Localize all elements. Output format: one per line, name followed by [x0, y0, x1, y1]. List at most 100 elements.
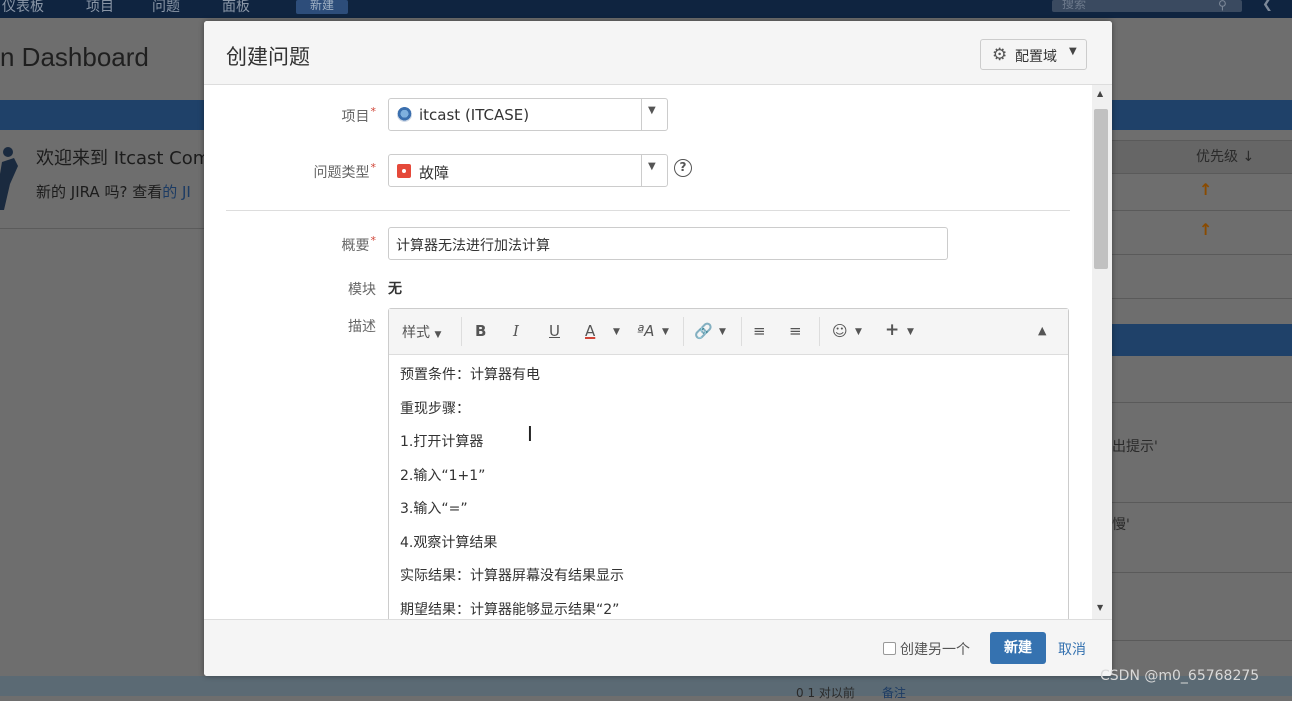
nav-boards[interactable]: 面板 — [222, 0, 250, 16]
issue-type-value: 故障 — [419, 164, 450, 182]
activity-snippet: 出提示' — [1112, 439, 1158, 455]
dropdown-arrow-icon[interactable]: ▼ — [648, 105, 656, 116]
scroll-down-icon[interactable]: ▼ — [1097, 603, 1103, 612]
activity-comment-link[interactable]: 备注 — [882, 684, 906, 701]
create-button[interactable]: 新建 — [990, 632, 1046, 664]
page-title: n Dashboard — [0, 42, 149, 72]
nav-dashboards[interactable]: 仪表板 — [2, 0, 44, 16]
component-label: 模块 — [348, 282, 376, 298]
scroll-up-icon[interactable]: ▲ — [1097, 89, 1103, 98]
bottom-strip — [0, 676, 1292, 696]
select-separator — [641, 99, 642, 130]
issue-type-select[interactable]: 故障 ▼ — [388, 154, 668, 187]
issue-type-label-text: 问题类型 — [313, 165, 370, 181]
help-icon[interactable]: ? — [674, 159, 692, 177]
chevron-down-icon[interactable]: ▼ — [907, 327, 914, 337]
text-size-button[interactable]: ªA — [637, 322, 654, 340]
bug-icon — [397, 164, 411, 178]
underline-button[interactable]: U — [549, 322, 560, 340]
bullet-list-icon[interactable]: ≡ — [753, 322, 766, 340]
create-another-label[interactable]: 创建另一个 — [900, 639, 970, 659]
description-line: 期望结果：计算器能够显示结果“2” — [400, 601, 620, 618]
style-dropdown[interactable]: 样式 ▼ — [402, 322, 441, 342]
toolbar-separator — [741, 317, 742, 346]
watermark: CSDN @m0_65768275 — [1100, 668, 1260, 684]
description-content[interactable]: 预置条件：计算器有电 重现步骤： 1.打开计算器 2.输入“1+1” 3.输入“… — [400, 359, 624, 619]
chevron-down-icon[interactable]: ▼ — [719, 327, 726, 337]
chevron-down-icon[interactable]: ▼ — [855, 327, 862, 337]
divider — [0, 228, 204, 229]
activity-time: 0 1 对以前 — [796, 686, 855, 700]
create-another-checkbox[interactable] — [883, 642, 896, 655]
required-marker: * — [370, 161, 377, 174]
description-line: 预置条件：计算器有电 — [400, 367, 540, 383]
search-icon: ⚲ — [1218, 0, 1227, 12]
project-label: 项目* — [341, 105, 377, 126]
table-row-divider — [1112, 402, 1292, 403]
welcome-subtitle-text: 新的 JIRA 吗? 查看 — [36, 183, 163, 201]
scroll-thumb[interactable] — [1094, 109, 1108, 269]
required-marker: * — [370, 234, 377, 247]
dialog-header: 创建问题 ⚙ 配置域 ▼ — [204, 21, 1112, 85]
italic-button[interactable]: I — [513, 322, 519, 340]
top-navigation: 仪表板 项目 问题 面板 新建 搜索 ⚲ ❮ — [0, 0, 1292, 18]
project-label-text: 项目 — [341, 109, 370, 125]
configure-fields-button[interactable]: ⚙ 配置域 ▼ — [980, 39, 1087, 70]
description-label: 描述 — [348, 319, 376, 335]
chevron-down-icon: ▼ — [1069, 46, 1077, 57]
cancel-link[interactable]: 取消 — [1058, 639, 1086, 659]
nav-search-input[interactable]: 搜索 — [1052, 0, 1242, 12]
welcome-guide-link[interactable]: 的 JI — [162, 183, 191, 201]
table-row-divider — [1112, 254, 1292, 255]
project-select[interactable]: itcast (ITCASE) ▼ — [388, 98, 668, 131]
configure-fields-label: 配置域 — [1015, 49, 1057, 65]
dialog-scrollbar[interactable]: ▲ ▼ — [1092, 85, 1112, 619]
table-row-divider — [1112, 210, 1292, 211]
summary-label: 概要* — [341, 234, 377, 255]
component-value[interactable]: 无 — [388, 278, 402, 298]
description-line: 3.输入“=” — [400, 501, 468, 517]
editor-toolbar: 样式 ▼ B I U A ▼ ªA ▼ 🔗 ▼ ≡ ≡ ☺ ▼ + ▼ ▲ — [389, 309, 1068, 355]
bold-button[interactable]: B — [475, 322, 486, 340]
dropdown-arrow-icon[interactable]: ▼ — [648, 161, 656, 172]
table-row-divider — [1112, 298, 1292, 299]
summary-label-text: 概要 — [341, 238, 370, 254]
style-dropdown-label: 样式 — [402, 325, 430, 341]
toolbar-separator — [461, 317, 462, 346]
chevron-down-icon[interactable]: ▼ — [662, 327, 669, 337]
select-separator — [641, 155, 642, 186]
toolbar-separator — [683, 317, 684, 346]
dialog-footer: 创建另一个 新建 取消 — [204, 619, 1112, 676]
table-row-divider — [1112, 572, 1292, 573]
collapse-toolbar-icon[interactable]: ▲ — [1038, 324, 1046, 337]
field-divider — [226, 210, 1070, 211]
toolbar-separator — [819, 317, 820, 346]
gear-icon: ⚙ — [992, 45, 1008, 65]
priority-column-header[interactable]: 优先级 ↓ — [1196, 146, 1254, 166]
link-icon[interactable]: 🔗 — [694, 322, 713, 340]
emoticon-icon[interactable]: ☺ — [832, 322, 848, 340]
welcome-subtitle: 新的 JIRA 吗? 查看的 JI — [36, 181, 191, 202]
description-editor[interactable]: 样式 ▼ B I U A ▼ ªA ▼ 🔗 ▼ ≡ ≡ ☺ ▼ + ▼ ▲ 预置… — [388, 308, 1069, 619]
chevron-down-icon[interactable]: ▼ — [613, 327, 620, 337]
gadget-header-bar-right — [1112, 100, 1292, 130]
dialog-title: 创建问题 — [226, 45, 310, 69]
insert-more-icon[interactable]: + — [885, 320, 899, 340]
table-row-divider — [1112, 502, 1292, 503]
issue-type-label: 问题类型* — [313, 161, 377, 182]
nav-projects[interactable]: 项目 — [86, 0, 114, 16]
nav-issues[interactable]: 问题 — [152, 0, 180, 16]
description-line: 2.输入“1+1” — [400, 467, 486, 484]
help-menu-icon[interactable]: ❮ — [1262, 0, 1273, 12]
table-row-divider — [1112, 640, 1292, 641]
summary-input[interactable]: 计算器无法进行加法计算 — [388, 227, 948, 260]
nav-create-button[interactable]: 新建 — [296, 0, 348, 14]
chevron-down-icon: ▼ — [434, 330, 442, 340]
gadget-header-bar — [1112, 324, 1292, 356]
priority-high-icon: ↑ — [1199, 180, 1213, 199]
description-line: 实际结果：计算器屏幕没有结果显示 — [400, 568, 624, 584]
numbered-list-icon[interactable]: ≡ — [789, 322, 802, 340]
required-marker: * — [370, 105, 377, 118]
text-color-button[interactable]: A — [585, 322, 595, 340]
create-issue-dialog: 创建问题 ⚙ 配置域 ▼ 项目* itcast (ITCASE) ▼ 问题类型*… — [204, 21, 1112, 676]
